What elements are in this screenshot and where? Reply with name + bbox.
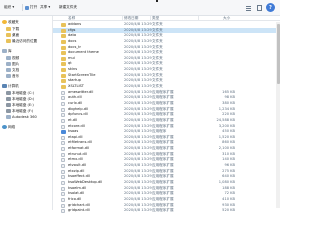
dll-file-icon [61, 124, 65, 129]
nav-autodesk[interactable]: Autodesk 360 [6, 114, 37, 120]
dll-file-icon [61, 197, 65, 202]
folder-icon [61, 23, 66, 27]
file-name: gridpaint.dll [68, 208, 90, 213]
dll-file-icon [61, 158, 65, 163]
organize-label: 组织 ▾ [4, 5, 15, 9]
dll-file-icon [61, 152, 65, 157]
folder-icon [61, 39, 66, 44]
nav-network[interactable]: 网络 [2, 124, 15, 130]
file-type: 应用程序扩展 [152, 208, 174, 213]
dll-file-icon [61, 180, 65, 185]
folder-icon [61, 85, 66, 90]
dll-file-icon [61, 90, 65, 95]
folder-icon [61, 56, 66, 61]
nav-computer[interactable]: 计算机 [2, 83, 19, 89]
downloads-icon [6, 27, 11, 31]
music-icon [6, 74, 11, 78]
folder-icon [61, 79, 66, 84]
nav-music[interactable]: 音乐 [6, 73, 19, 79]
new-folder-label: 新建文件夹 [59, 5, 77, 9]
drive-icon [6, 109, 11, 113]
nav-recent[interactable]: 最近访问的位置 [6, 38, 37, 44]
folder-icon [61, 73, 66, 78]
dll-file-icon [61, 101, 65, 106]
mouse-cursor-icon [156, 0, 158, 2]
dll-file-icon [61, 192, 65, 197]
folder-icon [61, 34, 66, 39]
folder-icon [61, 45, 66, 50]
column-header-date[interactable]: 修改日期 [124, 16, 138, 21]
folder-icon [61, 68, 66, 73]
dll-file-icon [61, 203, 65, 208]
new-folder-button[interactable]: 新建文件夹 [59, 4, 77, 11]
drive-icon [6, 97, 11, 101]
open-label: 打开 [30, 5, 38, 9]
documents-icon [6, 68, 11, 72]
column-header-type[interactable]: 类型 [152, 16, 159, 21]
nav-favorites[interactable]: 收藏夹 [2, 19, 19, 25]
scrollbar-thumb[interactable] [276, 24, 280, 84]
column-header-row: 名称 修改日期 类型 大小 [53, 16, 280, 21]
file-rows: addons 2020/4/8 13:29 文件夹 cfgs 2020/4/8 13:2… [53, 22, 280, 214]
dll-file-icon [61, 96, 65, 101]
dll-file-icon [61, 186, 65, 191]
toolbar-divider [22, 4, 23, 11]
folder-icon [61, 28, 66, 33]
column-header-name[interactable]: 名称 [68, 16, 75, 21]
open-icon [25, 5, 29, 10]
drive-icon [6, 91, 11, 95]
nav-libraries[interactable]: 库 [2, 48, 12, 54]
folder-icon [61, 51, 66, 56]
desktop-icon [6, 33, 11, 37]
application-icon [61, 130, 66, 135]
command-bar: 组织 ▾ 打开 共享 ▾ 新建文件夹 ? [0, 0, 280, 16]
dll-file-icon [61, 141, 65, 146]
view-options-icon[interactable] [244, 3, 252, 12]
network-icon [2, 125, 7, 129]
dll-file-icon [61, 135, 65, 140]
dll-file-icon [61, 113, 65, 118]
dll-file-icon [61, 169, 65, 174]
drive-icon [6, 103, 11, 107]
file-size: 520 KB [222, 208, 235, 213]
recent-places-icon [6, 39, 11, 43]
column-divider[interactable] [150, 16, 151, 21]
column-header-size[interactable]: 大小 [223, 16, 230, 21]
open-button[interactable]: 打开 [25, 4, 37, 11]
help-icon[interactable]: ? [266, 3, 275, 12]
autodesk-cloud-icon [6, 115, 11, 119]
dll-file-icon [61, 164, 65, 169]
dll-file-icon [61, 118, 65, 123]
file-row[interactable]: gridpaint.dll 2020/4/8 13:29 应用程序扩展 520 KB [53, 208, 280, 214]
column-divider[interactable] [122, 16, 123, 21]
pictures-icon [6, 62, 11, 66]
share-label: 共享 ▾ [40, 5, 51, 9]
computer-icon [2, 84, 7, 88]
dll-file-icon [61, 175, 65, 180]
organize-button[interactable]: 组织 ▾ [4, 4, 14, 11]
libraries-icon [2, 49, 7, 53]
share-button[interactable]: 共享 ▾ [40, 4, 50, 11]
favorites-icon [2, 20, 7, 24]
file-list: 名称 修改日期 类型 大小 addons 2020/4/8 13:29 文件夹 cfg… [53, 16, 280, 214]
dll-file-icon [61, 209, 65, 214]
vertical-scrollbar[interactable] [276, 22, 280, 208]
folder-icon [61, 62, 66, 67]
navigation-pane: 收藏夹 下载 桌面 最近访问的位置 库 视频 图片 文档 音乐 计算机 本地磁盘… [0, 16, 53, 210]
preview-pane-icon[interactable] [255, 3, 263, 12]
dll-file-icon [61, 147, 65, 152]
videos-icon [6, 56, 11, 60]
dll-file-icon [61, 107, 65, 112]
file-date: 2020/4/8 13:29 [124, 208, 152, 213]
column-divider[interactable] [198, 16, 199, 21]
